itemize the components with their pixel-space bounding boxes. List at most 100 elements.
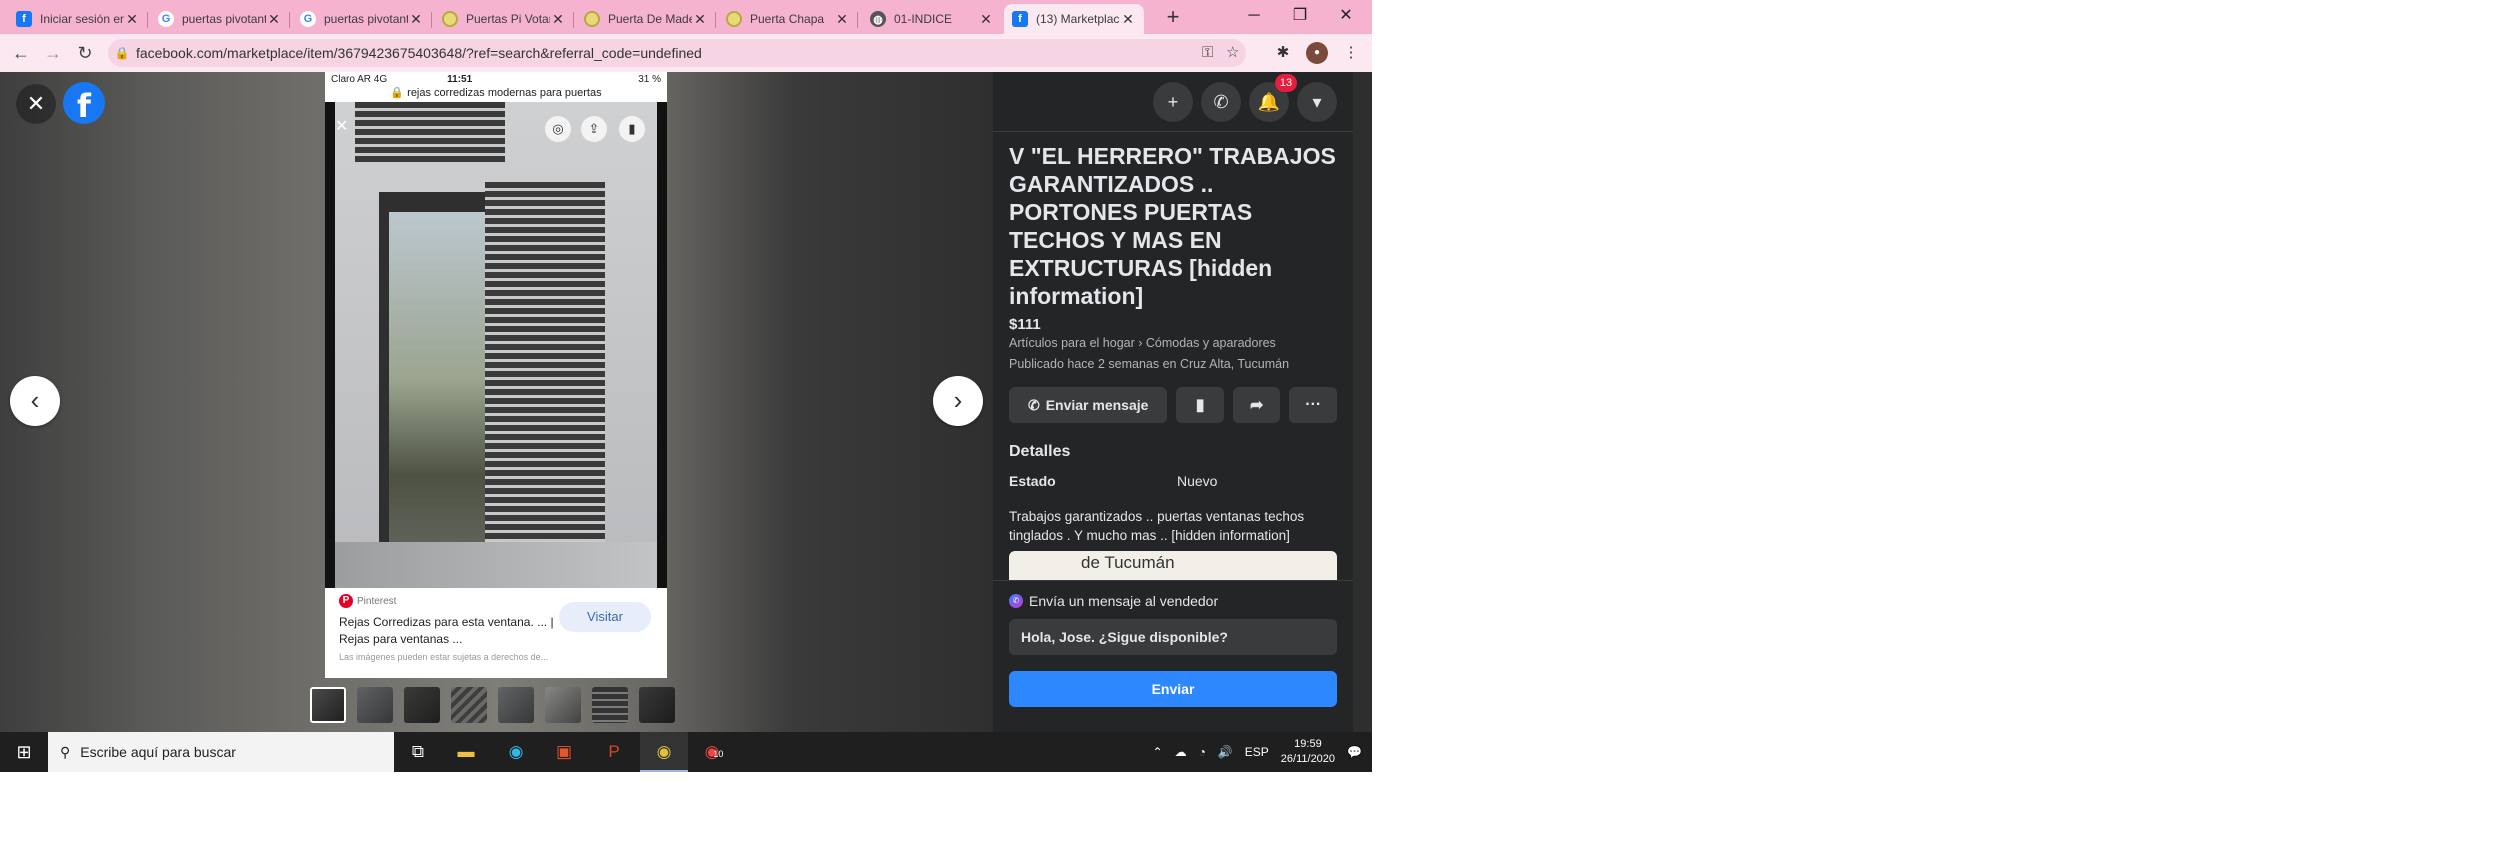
photo-viewer: ✕ f Claro AR 4G 11:51 31 % 🔒 rejas corre… xyxy=(0,72,993,732)
close-icon[interactable]: ✕ xyxy=(834,11,850,28)
site-icon xyxy=(726,11,742,27)
listing-price: $111 xyxy=(1009,316,1041,333)
system-tray: ⌃ ☁ ◔ 🔊 ESP 19:59 26/11/2020 💬 xyxy=(1153,732,1372,772)
listing-title: V "EL HERRERO" TRABAJOS GARANTIZADOS .. … xyxy=(1009,143,1336,309)
next-photo-button[interactable]: › xyxy=(933,376,983,426)
facebook-icon: f xyxy=(1012,11,1028,27)
facebook-logo[interactable]: f xyxy=(63,82,105,125)
share-icon: ➦ xyxy=(1250,397,1264,414)
previous-photo-button[interactable]: ‹ xyxy=(10,376,60,426)
thumbnail[interactable] xyxy=(498,687,534,723)
visit-button: Visitar xyxy=(559,602,651,632)
save-button[interactable]: ▮ xyxy=(1176,387,1224,423)
send-message-button[interactable]: ✆ Enviar mensaje xyxy=(1009,387,1168,423)
thumbnail[interactable] xyxy=(592,687,628,723)
share-button[interactable]: ➦ xyxy=(1232,387,1281,423)
listing-details: V "EL HERRERO" TRABAJOS GARANTIZADOS .. … xyxy=(993,132,1353,580)
site-icon xyxy=(442,11,458,27)
thumbnail[interactable] xyxy=(545,687,581,723)
door-shutter-photo: ✕ ◎ ⇪ ▮ xyxy=(325,102,667,588)
task-view-icon[interactable]: ⧉ xyxy=(394,732,442,772)
star-icon[interactable]: ☆ xyxy=(1226,39,1239,67)
close-icon[interactable]: ✕ xyxy=(408,11,424,28)
close-icon[interactable]: ✕ xyxy=(1120,11,1136,28)
office-icon[interactable]: ▣ xyxy=(540,732,588,772)
messenger-icon: ✆ xyxy=(1027,396,1040,413)
powerpoint-icon[interactable]: P xyxy=(590,732,638,772)
tab-3[interactable]: G puertas pivotantes ✕ xyxy=(292,4,432,34)
forward-icon[interactable]: → xyxy=(40,40,66,66)
clock-time: 19:59 xyxy=(1294,738,1322,750)
listing-category[interactable]: Artículos para el hogar › Cómodas y apar… xyxy=(1009,333,1337,354)
panel-header: + ✆ 🔔 13 ▾ xyxy=(993,72,1353,132)
close-icon: ✕ xyxy=(335,118,349,135)
extensions-icon[interactable]: ✱ xyxy=(1272,42,1294,64)
scrollbar[interactable] xyxy=(1353,72,1372,732)
menu-dots-icon[interactable]: ⋮ xyxy=(1340,42,1362,64)
condition-value: Nuevo xyxy=(1177,473,1218,489)
window-close-icon[interactable]: ✕ xyxy=(1323,0,1369,32)
lock-icon: 🔒 xyxy=(114,46,130,60)
chevron-up-icon[interactable]: ⌃ xyxy=(1153,745,1163,759)
restore-icon[interactable]: ❐ xyxy=(1277,0,1323,32)
bookmark-icon: ▮ xyxy=(619,116,645,142)
edge-icon[interactable]: ◉ xyxy=(492,732,540,772)
avatar[interactable]: ● xyxy=(1306,42,1328,64)
pinterest-label: Pinterest xyxy=(357,595,397,607)
reload-icon[interactable]: ↻ xyxy=(72,40,98,66)
location-map[interactable]: de Tucumán xyxy=(1009,551,1337,580)
phone-battery: 31 % xyxy=(638,73,661,85)
close-icon[interactable]: ✕ xyxy=(124,11,140,28)
new-tab-button[interactable]: + xyxy=(1159,4,1187,32)
listing-posted: Publicado hace 2 semanas en Cruz Alta, T… xyxy=(1009,357,1290,371)
tab-1[interactable]: f Iniciar sesión en Facebook ✕ xyxy=(8,4,148,34)
volume-icon[interactable]: 🔊 xyxy=(1218,745,1233,759)
google-icon: G xyxy=(158,11,174,27)
tab-2[interactable]: G puertas pivotantes ✕ xyxy=(150,4,290,34)
globe-icon: ◍ xyxy=(870,11,886,27)
url-text[interactable]: facebook.com/marketplace/item/3679423675… xyxy=(136,45,702,61)
chrome-app-icon[interactable]: ◉10 xyxy=(690,732,738,772)
more-options-button[interactable]: ··· xyxy=(1289,387,1338,423)
create-button[interactable]: + xyxy=(1153,82,1193,122)
clock-date: 26/11/2020 xyxy=(1280,753,1336,765)
network-icon[interactable]: ◔ xyxy=(1199,745,1206,759)
language-indicator[interactable]: ESP xyxy=(1245,745,1269,759)
notifications-icon[interactable]: 💬 xyxy=(1347,745,1362,759)
account-menu-chevron-icon[interactable]: ▾ xyxy=(1297,82,1337,122)
cloud-icon[interactable]: ☁ xyxy=(1175,745,1187,759)
bookmark-icon: ▮ xyxy=(1195,397,1205,414)
thumbnail[interactable] xyxy=(404,687,440,723)
close-icon[interactable]: ✕ xyxy=(692,11,708,28)
tab-6[interactable]: Puerta Chapa ✕ xyxy=(718,4,858,34)
chrome-icon[interactable]: ◉ xyxy=(640,732,688,772)
chrome-badge: 10 xyxy=(713,749,724,759)
clock[interactable]: 19:59 26/11/2020 xyxy=(1281,737,1335,767)
message-input[interactable] xyxy=(1009,619,1337,655)
thumbnail[interactable] xyxy=(310,687,346,723)
close-icon[interactable]: ✕ xyxy=(266,11,282,28)
tab-8-active[interactable]: f (13) Marketplace ✕ xyxy=(1004,4,1144,34)
messenger-icon[interactable]: ✆ xyxy=(1201,82,1241,122)
facebook-icon: f xyxy=(16,11,32,27)
tab-4[interactable]: Puertas Pi Votantes ✕ xyxy=(434,4,574,34)
taskbar-search[interactable]: ⚲ Escribe aquí para buscar xyxy=(48,732,394,772)
screen: f Iniciar sesión en Facebook ✕ G puertas… xyxy=(0,0,1372,772)
close-icon[interactable]: ✕ xyxy=(550,11,566,28)
thumbnail[interactable] xyxy=(357,687,393,723)
file-explorer-icon[interactable]: ▬ xyxy=(442,732,490,772)
tab-title: Puertas Pi Votantes xyxy=(466,12,550,26)
condition-row: Estado Nuevo xyxy=(1009,473,1337,489)
tab-7[interactable]: ◍ 01-INDICE ✕ xyxy=(862,4,1002,34)
minimize-icon[interactable]: ─ xyxy=(1231,0,1277,32)
thumbnail[interactable] xyxy=(639,687,675,723)
back-icon[interactable]: ← xyxy=(8,40,34,66)
windows-start-icon[interactable]: ⊞ xyxy=(0,732,48,772)
key-icon[interactable]: ⚿ xyxy=(1202,39,1213,67)
close-viewer-button[interactable]: ✕ xyxy=(16,84,56,124)
thumbnail[interactable] xyxy=(451,687,487,723)
send-button[interactable]: Enviar xyxy=(1009,671,1337,707)
address-bar[interactable]: 🔒 facebook.com/marketplace/item/36794236… xyxy=(108,39,1246,67)
close-icon[interactable]: ✕ xyxy=(978,11,994,28)
tab-5[interactable]: Puerta De Madera ✕ xyxy=(576,4,716,34)
